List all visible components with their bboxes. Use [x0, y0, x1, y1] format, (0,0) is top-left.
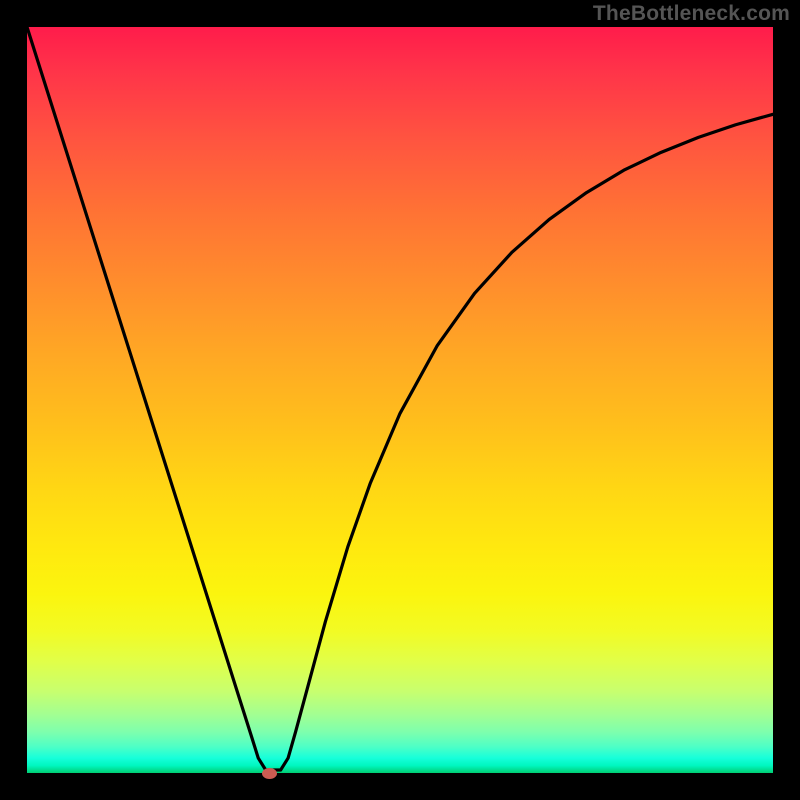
- chart-marker-dot: [262, 768, 277, 779]
- chart-frame: TheBottleneck.com: [0, 0, 800, 800]
- attribution-text: TheBottleneck.com: [593, 2, 790, 26]
- plot-area: [27, 27, 773, 773]
- chart-curve: [27, 27, 773, 770]
- chart-curve-svg: [27, 27, 773, 773]
